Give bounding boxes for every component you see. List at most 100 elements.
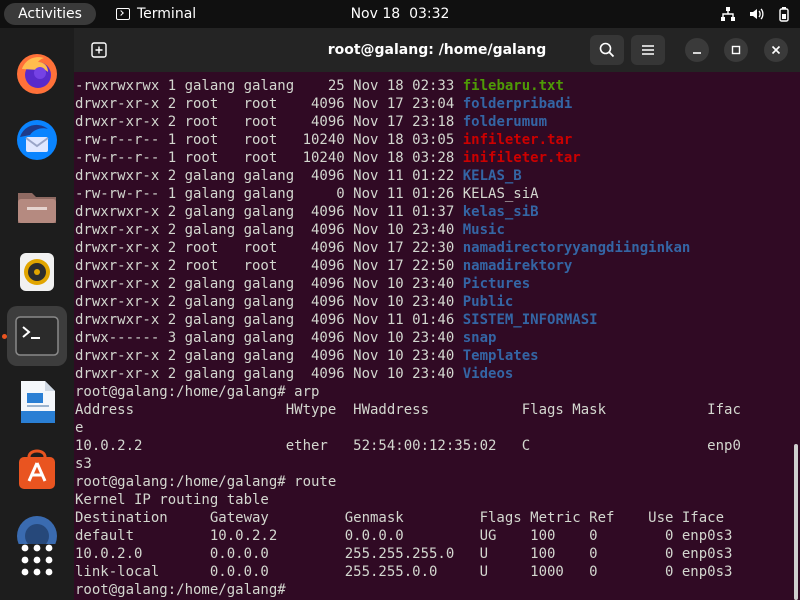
terminal-line: drwxr-xr-x 2 root root 4096 Nov 17 22:50… (75, 257, 789, 275)
new-tab-button[interactable] (84, 36, 114, 64)
app-menu[interactable]: Terminal (116, 0, 196, 28)
dock-writer[interactable] (7, 372, 67, 432)
terminal-line-text: drwxr-xr-x 2 galang galang 4096 Nov 10 2… (75, 276, 463, 292)
terminal-line-text: drwx------ 3 galang galang 4096 Nov 10 2… (75, 330, 463, 346)
terminal-line-text: root@galang:/home/galang# arp (75, 384, 320, 400)
terminal-line-text: -rw-rw-r-- 1 galang galang 0 Nov 11 01:2… (75, 186, 463, 202)
dock-files[interactable] (7, 176, 67, 236)
terminal-line-text: drwxr-xr-x 2 root root 4096 Nov 17 23:04 (75, 96, 463, 112)
terminal-line-text: link-local 0.0.0.0 255.255.0.0 U 1000 0 … (75, 564, 733, 580)
terminal-line-text: default 10.0.2.2 0.0.0.0 UG 100 0 0 enp0… (75, 528, 733, 544)
system-tray[interactable] (720, 0, 792, 28)
terminal-line-text: s3 (75, 456, 92, 472)
dock-firefox[interactable] (7, 44, 67, 104)
volume-icon[interactable] (748, 6, 764, 22)
terminal-line: 10.0.2.0 0.0.0.0 255.255.255.0 U 100 0 0… (75, 545, 789, 563)
terminal-line-text: Kernel IP routing table (75, 492, 269, 508)
dock-thunderbird[interactable] (7, 110, 67, 170)
close-button[interactable] (764, 38, 788, 62)
terminal-line: Address HWtype HWaddress Flags Mask Ifac (75, 401, 789, 419)
terminal-line-text: drwxr-xr-x 2 galang galang 4096 Nov 10 2… (75, 366, 463, 382)
terminal-line: Kernel IP routing table (75, 491, 789, 509)
terminal-line: root@galang:/home/galang# (75, 581, 789, 597)
file-name: inifileter.tar (462, 150, 581, 166)
new-tab-icon (91, 42, 107, 58)
file-name: KELAS_B (462, 168, 522, 184)
file-name: folderpribadi (462, 96, 573, 112)
dock-app-center[interactable] (7, 438, 67, 498)
terminal-line-text: drwxr-xr-x 2 galang galang 4096 Nov 10 2… (75, 222, 463, 238)
terminal-line-text: e (75, 420, 84, 436)
minimize-icon (693, 52, 701, 54)
writer-icon (21, 381, 55, 423)
terminal-line: drwxrwxr-x 2 galang galang 4096 Nov 11 0… (75, 203, 789, 221)
file-name: Templates (462, 348, 539, 364)
folder-icon (18, 193, 56, 223)
top-bar: Activities Terminal Nov 18 03:32 (0, 0, 800, 28)
clock-time[interactable]: 03:32 (409, 6, 449, 22)
terminal-line: drwxr-xr-x 2 galang galang 4096 Nov 10 2… (75, 365, 789, 383)
terminal-line: drwxrwxr-x 2 galang galang 4096 Nov 11 0… (75, 311, 789, 329)
close-icon (771, 45, 781, 55)
file-name: filebaru.txt (462, 78, 564, 94)
store-icon (19, 449, 55, 489)
terminal-icon (116, 8, 130, 20)
dock (0, 28, 74, 600)
terminal-line-text: 10.0.2.2 ether 52:54:00:12:35:02 C enp0 (75, 438, 741, 454)
terminal-line: drwxr-xr-x 2 galang galang 4096 Nov 10 2… (75, 221, 789, 239)
terminal-line: drwxr-xr-x 2 root root 4096 Nov 17 23:18… (75, 113, 789, 131)
terminal-line-text: drwxr-xr-x 2 root root 4096 Nov 17 22:30 (75, 240, 463, 256)
file-name: namadirectoryyangdiinginkan (462, 240, 691, 256)
terminal-line: root@galang:/home/galang# route (75, 473, 789, 491)
terminal-line: 10.0.2.2 ether 52:54:00:12:35:02 C enp0 (75, 437, 789, 455)
file-name: kelas_siB (462, 204, 539, 220)
terminal-line: -rw-r--r-- 1 root root 10240 Nov 18 03:2… (75, 149, 789, 167)
battery-icon[interactable] (776, 6, 792, 22)
terminal-line: e (75, 419, 789, 437)
file-name: Public (462, 294, 514, 310)
terminal-line-text: drwxr-xr-x 2 root root 4096 Nov 17 22:50 (75, 258, 463, 274)
thunderbird-icon (17, 120, 57, 160)
terminal-line: -rw-rw-r-- 1 galang galang 0 Nov 11 01:2… (75, 185, 789, 203)
terminal-line-text: -rw-r--r-- 1 root root 10240 Nov 18 03:2… (75, 150, 463, 166)
dock-terminal[interactable] (7, 306, 67, 366)
maximize-button[interactable] (724, 38, 748, 62)
network-icon[interactable] (720, 6, 736, 22)
file-name: KELAS_siA (462, 186, 539, 202)
app-menu-label: Terminal (137, 6, 197, 22)
terminal-window: root@galang: /home/galang -rwxrwxrwx 1 g… (74, 28, 800, 600)
speaker-icon (20, 253, 54, 291)
terminal-line: -rw-r--r-- 1 root root 10240 Nov 18 03:0… (75, 131, 789, 149)
terminal-line: drwxr-xr-x 2 galang galang 4096 Nov 10 2… (75, 275, 789, 293)
file-name: folderumum (462, 114, 548, 130)
terminal-line-text: drwxr-xr-x 2 root root 4096 Nov 17 23:18 (75, 114, 463, 130)
terminal-line-text: root@galang:/home/galang# route (75, 474, 337, 490)
header-bar[interactable]: root@galang: /home/galang (74, 28, 800, 72)
apps-grid-icon (21, 544, 53, 576)
terminal-output[interactable]: -rwxrwxrwx 1 galang galang 25 Nov 18 02:… (75, 77, 789, 597)
activities-button[interactable]: Activities (4, 3, 96, 25)
firefox-icon (17, 54, 57, 94)
file-name: Videos (462, 366, 514, 382)
menu-button[interactable] (631, 35, 665, 65)
search-button[interactable] (590, 35, 624, 65)
terminal-line-text: drwxr-xr-x 2 galang galang 4096 Nov 10 2… (75, 294, 463, 310)
terminal-line: drwxrwxr-x 2 galang galang 4096 Nov 11 0… (75, 167, 789, 185)
search-icon (599, 42, 615, 58)
terminal-line: default 10.0.2.2 0.0.0.0 UG 100 0 0 enp0… (75, 527, 789, 545)
scrollbar[interactable] (794, 444, 798, 600)
terminal-line-text: Destination Gateway Genmask Flags Metric… (75, 510, 725, 526)
terminal-line-text: -rw-r--r-- 1 root root 10240 Nov 18 03:0… (75, 132, 463, 148)
terminal-line-text: -rwxrwxrwx 1 galang galang 25 Nov 18 02:… (75, 78, 463, 94)
clock-date[interactable]: Nov 18 (351, 6, 401, 22)
dock-rhythmbox[interactable] (7, 242, 67, 302)
dock-show-apps[interactable] (7, 530, 67, 590)
terminal-line-text: Address HWtype HWaddress Flags Mask Ifac (75, 402, 741, 418)
terminal-line: drwxr-xr-x 2 galang galang 4096 Nov 10 2… (75, 347, 789, 365)
terminal-line: drwxr-xr-x 2 galang galang 4096 Nov 10 2… (75, 293, 789, 311)
minimize-button[interactable] (685, 38, 709, 62)
terminal-line: s3 (75, 455, 789, 473)
terminal-line: root@galang:/home/galang# arp (75, 383, 789, 401)
file-name: infileter.tar (462, 132, 573, 148)
terminal-line-text: 10.0.2.0 0.0.0.0 255.255.255.0 U 100 0 0… (75, 546, 733, 562)
